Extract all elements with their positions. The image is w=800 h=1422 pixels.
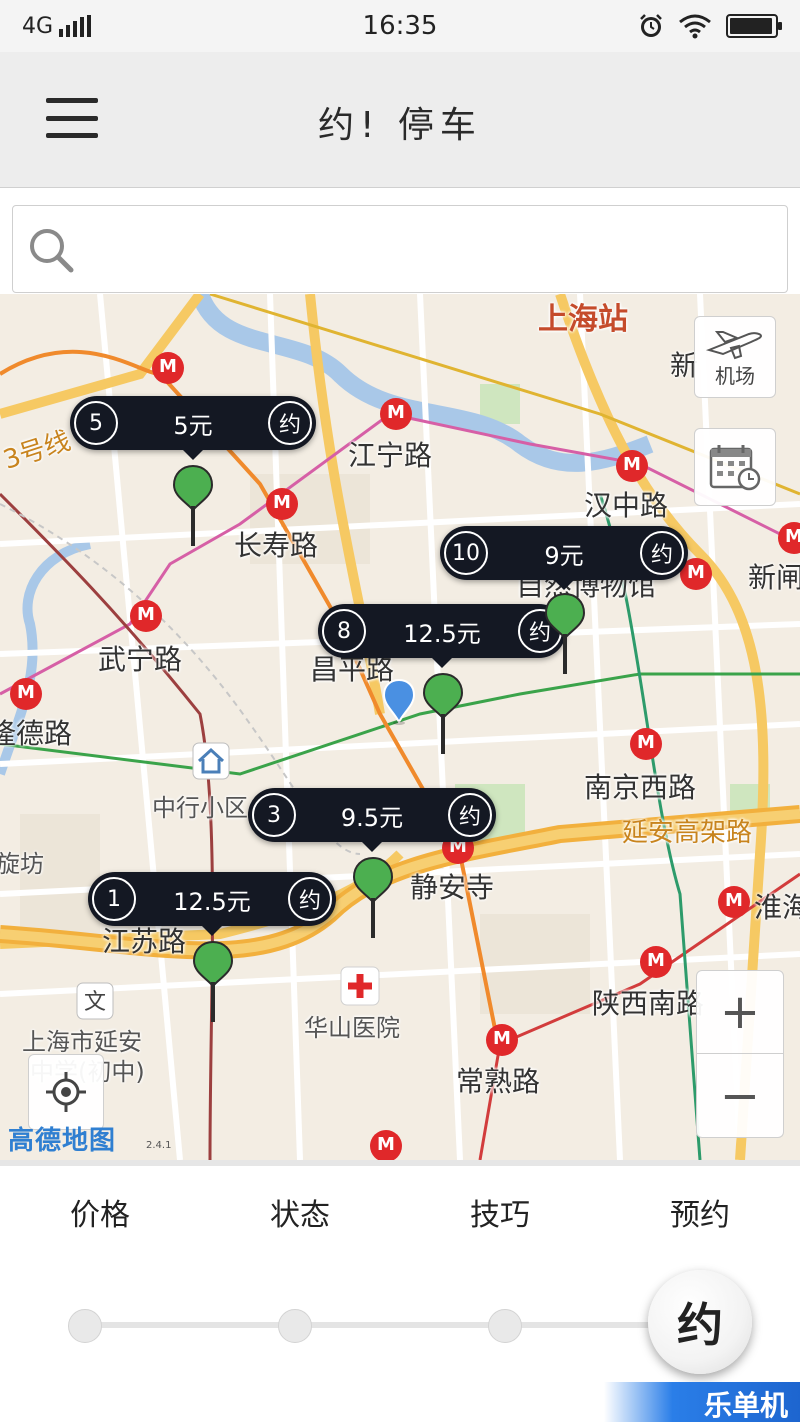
search-icon[interactable]	[27, 226, 75, 274]
zoom-in-button[interactable]: +	[696, 970, 784, 1054]
spot-price: 9.5元	[340, 803, 404, 832]
map-view[interactable]: 上海站 3号线 江宁路 长寿路 汉中路 新 新闸 自然博物馆 武宁路 昌平路 隆…	[0, 294, 800, 1160]
map-label-yanan-elevated: 延安高架路	[622, 818, 753, 848]
metro-station-icon	[266, 488, 298, 520]
metro-station-icon	[380, 398, 412, 430]
parking-pin-icon[interactable]	[192, 940, 234, 1032]
spot-book-button[interactable]: 约	[288, 877, 332, 921]
map-label-wuning: 武宁路	[98, 643, 183, 676]
spot-book-button[interactable]: 约	[640, 531, 684, 575]
map-label-shaanxi-south: 陕西南路	[592, 987, 705, 1020]
metro-station-icon	[152, 352, 184, 384]
battery-icon	[726, 14, 782, 38]
locate-me-button[interactable]	[28, 1054, 104, 1130]
spot-price: 12.5元	[403, 619, 481, 648]
status-bar: 4G 16:35	[0, 0, 800, 52]
search-bar	[0, 188, 800, 294]
parking-spot-bubble[interactable]: 5 5元 约	[70, 396, 316, 460]
map-label-xuanfang: 旋坊	[0, 850, 44, 878]
metro-station-icon	[130, 600, 162, 632]
search-box[interactable]	[12, 205, 788, 293]
spot-price: 12.5元	[173, 887, 251, 916]
metro-station-icon	[10, 678, 42, 710]
map-label-jingan-temple: 静安寺	[410, 871, 495, 904]
amap-version: 2.4.1	[146, 1140, 172, 1151]
watermark: 乐单机	[604, 1382, 800, 1422]
map-label-longde: 隆德路	[0, 717, 73, 750]
parking-pin-icon[interactable]	[544, 592, 586, 684]
metro-station-icon	[616, 450, 648, 482]
map-label-jiangsu: 江苏路	[102, 925, 187, 958]
metro-station-icon	[370, 1130, 402, 1160]
parking-pin-icon[interactable]	[422, 672, 464, 764]
current-location-icon	[382, 678, 416, 725]
search-input[interactable]	[93, 206, 773, 292]
step-price-dot[interactable]	[68, 1309, 102, 1343]
status-right	[638, 13, 782, 39]
residential-icon	[192, 742, 230, 780]
tab-price[interactable]: 价格	[0, 1190, 200, 1234]
airplane-icon	[705, 330, 763, 359]
airport-label: 机场	[715, 363, 755, 388]
panel-divider	[0, 1160, 800, 1166]
map-label-huaihai: 淮海	[754, 891, 800, 924]
zoom-out-button[interactable]: −	[696, 1054, 784, 1138]
parking-pin-icon[interactable]	[352, 856, 394, 948]
app-title: 约! 停车	[318, 105, 482, 146]
spot-count: 3	[252, 793, 296, 837]
metro-station-icon	[630, 728, 662, 760]
step-status-dot[interactable]	[278, 1309, 312, 1343]
parking-spot-bubble[interactable]: 1 12.5元 约	[88, 872, 336, 936]
map-label-changshu: 常熟路	[456, 1065, 541, 1098]
app-header: 约! 停车	[0, 52, 800, 188]
hospital-icon	[340, 966, 380, 1006]
calendar-clock-icon	[709, 445, 761, 491]
school-icon: 文	[76, 982, 114, 1020]
step-tips-dot[interactable]	[488, 1309, 522, 1343]
spot-price: 5元	[173, 411, 213, 440]
map-label-jiangning: 江宁路	[348, 439, 433, 472]
spot-price: 9元	[544, 541, 584, 570]
watermark-text: 乐单机	[703, 1389, 788, 1422]
parking-spot-bubble[interactable]: 3 9.5元 约	[248, 788, 496, 852]
parking-pin-icon[interactable]	[172, 464, 214, 556]
map-label-xinzha: 新闸	[748, 561, 800, 594]
status-left: 4G	[22, 13, 92, 39]
metro-station-icon	[718, 886, 750, 918]
spot-count: 10	[444, 531, 488, 575]
metro-station-icon	[640, 946, 672, 978]
svg-text:文: 文	[84, 990, 106, 1015]
battery-level	[730, 18, 772, 34]
metro-station-icon	[486, 1024, 518, 1056]
signal-icon	[59, 15, 92, 37]
tab-status[interactable]: 状态	[200, 1190, 400, 1234]
parking-spot-bubble[interactable]: 8 12.5元 约	[318, 604, 566, 668]
map-label-zhongxing: 中行小区	[152, 794, 248, 822]
map-label-hanzhong: 汉中路	[584, 489, 669, 522]
spot-count: 1	[92, 877, 136, 921]
airport-button[interactable]: 机场	[694, 316, 776, 398]
wifi-icon	[679, 14, 711, 39]
map-label-changshou: 长寿路	[234, 529, 319, 562]
crosshair-icon	[46, 1072, 86, 1112]
network-type: 4G	[22, 13, 54, 39]
alarm-icon	[640, 14, 662, 37]
map-label-huashan-hospital: 华山医院	[304, 1014, 400, 1042]
reserve-button[interactable]: 约	[648, 1270, 752, 1374]
spot-count: 8	[322, 609, 366, 653]
spot-count: 5	[74, 401, 118, 445]
info-tabs: 价格 状态 技巧 预约	[0, 1176, 800, 1246]
amap-logo: 高德地图	[8, 1126, 117, 1156]
map-label-shanghai-station: 上海站	[538, 302, 628, 337]
progress-track	[84, 1322, 704, 1328]
spot-book-button[interactable]: 约	[268, 401, 312, 445]
spot-book-button[interactable]: 约	[447, 793, 492, 837]
map-label-nanjing-west: 南京西路	[584, 771, 697, 804]
tab-tips[interactable]: 技巧	[400, 1190, 600, 1234]
calendar-button[interactable]	[694, 428, 776, 506]
tab-reserve[interactable]: 预约	[600, 1190, 800, 1234]
parking-spot-bubble[interactable]: 10 9元 约	[440, 526, 688, 590]
